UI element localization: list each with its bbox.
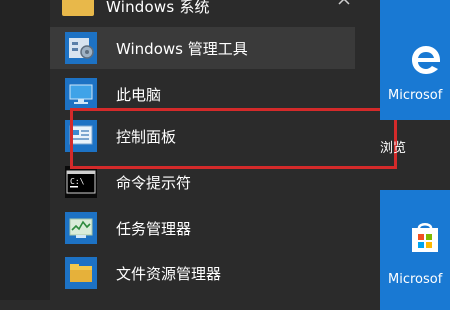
app-list: Windows 系统 Windows 管理工具 此电脑 控制面板 C:\ 命令提… [50,0,397,300]
item-label: 此电脑 [116,86,162,104]
chevron-up-icon[interactable] [336,0,352,10]
command-prompt-icon: C:\ [65,166,97,198]
list-item-admin-tools[interactable]: Windows 管理工具 [50,27,355,69]
computer-icon [65,78,97,110]
tile-microsoft-edge[interactable]: Microsof [380,0,450,120]
edge-icon [412,46,440,74]
file-explorer-icon [65,257,97,289]
tile-caption-browse: 浏览 [380,141,407,156]
task-manager-icon [65,212,97,244]
tile-microsoft-store[interactable]: Microsof [380,190,450,310]
group-header-label: Windows 系统 [106,0,210,16]
folder-icon [62,0,94,16]
list-item-task-manager[interactable]: 任务管理器 [50,207,355,249]
admin-tools-icon [65,32,97,64]
start-menu-left-rail [0,0,50,300]
item-label: 任务管理器 [116,220,192,238]
tile-label: Microsof [388,272,443,287]
group-header-windows-system[interactable]: Windows 系统 [50,0,360,24]
highlight-box [70,108,397,169]
store-icon [412,223,438,252]
list-item-file-explorer[interactable]: 文件资源管理器 [50,252,355,294]
tile-label: Microsof [388,88,443,103]
svg-text:C:\: C:\ [70,177,85,186]
item-label: 文件资源管理器 [116,265,222,283]
item-label: Windows 管理工具 [116,40,248,58]
item-label: 命令提示符 [116,174,192,192]
